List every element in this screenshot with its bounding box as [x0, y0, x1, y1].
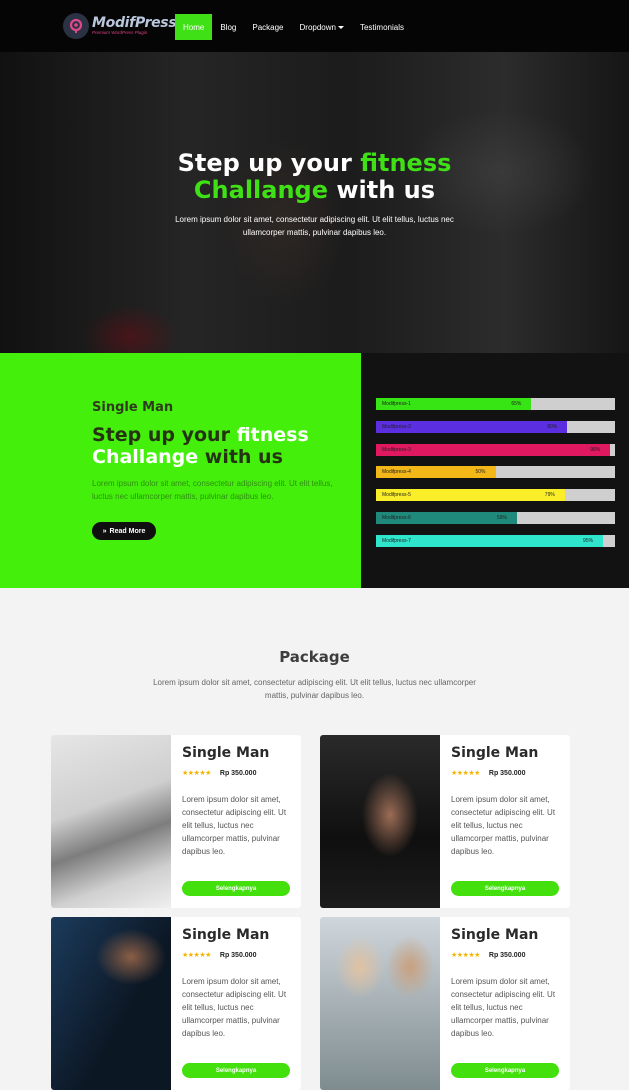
nav-item-blog[interactable]: Blog [212, 14, 244, 40]
promo-panel: Single Man Step up your fitness Challang… [0, 353, 361, 588]
card-image [51, 917, 171, 1090]
package-description: Lorem ipsum dolor sit amet, consectetur … [153, 678, 476, 700]
progress-bar-percent: 98% [590, 446, 601, 453]
rating-stars-icon: ★★★★★ [451, 770, 480, 777]
progress-bar-percent: 50% [475, 469, 486, 476]
progress-bar-label: Modifpress-3 [382, 446, 411, 453]
promo-section: Single Man Step up your fitness Challang… [0, 353, 629, 588]
progress-bar-label: Modifpress-2 [382, 423, 411, 430]
progress-bar: Modifpress-7 95% [376, 534, 615, 547]
top-navbar: ModifPress Premium WordPress Plugin Home… [0, 0, 629, 52]
progress-bar-percent: 59% [497, 514, 508, 521]
skills-panel: Modifpress-1 65% Modifpress-2 80% Modifpress… [361, 353, 629, 588]
hero-title-highlight-challange: Challange [193, 176, 329, 204]
card-image [320, 917, 440, 1090]
package-card: Single Man ★★★★★ Rp 350.000 Lorem ipsum d… [320, 735, 570, 908]
card-image [51, 735, 171, 908]
main-menu: Home Blog Package Dropdown Testimonials [175, 14, 412, 40]
promo-title-part1: Step up your [92, 424, 237, 446]
nav-item-package[interactable]: Package [244, 14, 291, 40]
nav-item-home[interactable]: Home [175, 14, 213, 40]
selengkapnya-button[interactable]: Selengkapnya [451, 1063, 559, 1078]
double-chevron-right-icon: » [102, 527, 107, 535]
selengkapnya-button[interactable]: Selengkapnya [451, 881, 559, 896]
brand-tagline: Premium WordPress Plugin [92, 30, 148, 36]
hero-description: Lorem ipsum dolor sit amet, consectetur … [175, 215, 454, 237]
package-card: Single Man ★★★★★ Rp 350.000 Lorem ipsum d… [51, 917, 301, 1090]
package-title: Package [279, 648, 350, 666]
card-image [320, 735, 440, 908]
package-card: Single Man ★★★★★ Rp 350.000 Lorem ipsum d… [51, 735, 301, 908]
progress-bar: Modifpress-2 80% [376, 420, 615, 433]
read-more-label: Read More [109, 527, 146, 535]
progress-bar: Modifpress-6 59% [376, 511, 615, 524]
card-price: Rp 350.000 [488, 951, 526, 959]
progress-bar: Modifpress-1 65% [376, 398, 615, 410]
caret-down-icon [337, 25, 344, 29]
nav-item-testimonials[interactable]: Testimonials [352, 14, 412, 40]
rating-stars-icon: ★★★★★ [182, 952, 211, 959]
progress-bar-percent: 79% [544, 492, 555, 499]
selengkapnya-button[interactable]: Selengkapnya [182, 881, 290, 896]
card-price: Rp 350.000 [488, 769, 526, 777]
promo-description: Lorem ipsum dolor sit amet, consectetur … [92, 479, 333, 501]
hero-title-part1: Step up your [177, 149, 361, 177]
progress-bar-label: Modifpress-5 [382, 492, 411, 499]
progress-bar: Modifpress-3 98% [376, 443, 615, 456]
package-card: Single Man ★★★★★ Rp 350.000 Lorem ipsum d… [320, 917, 570, 1090]
progress-bar-label: Modifpress-4 [382, 469, 411, 476]
logo-icon [63, 13, 89, 39]
progress-bar-percent: 95% [583, 537, 594, 544]
card-description: Lorem ipsum dolor sit amet, consectetur … [451, 977, 556, 1038]
card-price: Rp 350.000 [219, 951, 257, 959]
progress-bar-label: Modifpress-1 [382, 401, 411, 407]
package-header: Package Lorem ipsum dolor sit amet, cons… [0, 648, 629, 702]
promo-title: Step up your fitness Challange with us [92, 424, 309, 468]
rating-stars-icon: ★★★★★ [182, 770, 211, 777]
progress-bar-percent: 80% [547, 423, 558, 430]
read-more-button[interactable]: » Read More [92, 522, 156, 540]
card-description: Lorem ipsum dolor sit amet, consectetur … [451, 795, 556, 856]
card-title: Single Man [182, 927, 270, 943]
progress-bar-list: Modifpress-1 65% Modifpress-2 80% Modifpress… [376, 398, 615, 558]
card-description: Lorem ipsum dolor sit amet, consectetur … [182, 795, 287, 856]
card-title: Single Man [182, 745, 270, 761]
rating-stars-icon: ★★★★★ [451, 952, 480, 959]
hero-title-part2: with us [328, 176, 436, 204]
promo-title-part2: with us [198, 446, 283, 468]
card-title: Single Man [451, 927, 539, 943]
progress-bar-label: Modifpress-6 [382, 514, 411, 521]
card-description: Lorem ipsum dolor sit amet, consectetur … [182, 977, 287, 1038]
hero-title-highlight-fitness: fitness [360, 149, 452, 177]
progress-bar-fill [376, 443, 611, 456]
progress-bar: Modifpress-5 79% [376, 489, 615, 502]
progress-bar-percent: 65% [511, 401, 522, 407]
hero-banner: Step up your fitness Challange with us L… [0, 52, 629, 353]
brand-logo[interactable]: ModifPress Premium WordPress Plugin [63, 13, 177, 39]
card-title: Single Man [451, 745, 539, 761]
progress-bar-label: Modifpress-7 [382, 537, 411, 544]
nav-item-dropdown[interactable]: Dropdown [292, 14, 352, 40]
progress-bar: Modifpress-4 50% [376, 466, 615, 479]
nav-item-dropdown-label: Dropdown [299, 22, 336, 32]
promo-subtitle: Single Man [92, 400, 174, 415]
hero-title: Step up your fitness Challange with us [0, 150, 629, 204]
promo-title-highlight-challange: Challange [92, 446, 199, 468]
brand-name: ModifPress [92, 15, 177, 32]
promo-title-highlight-fitness: fitness [236, 424, 309, 446]
selengkapnya-button[interactable]: Selengkapnya [182, 1063, 290, 1078]
card-price: Rp 350.000 [219, 769, 257, 777]
